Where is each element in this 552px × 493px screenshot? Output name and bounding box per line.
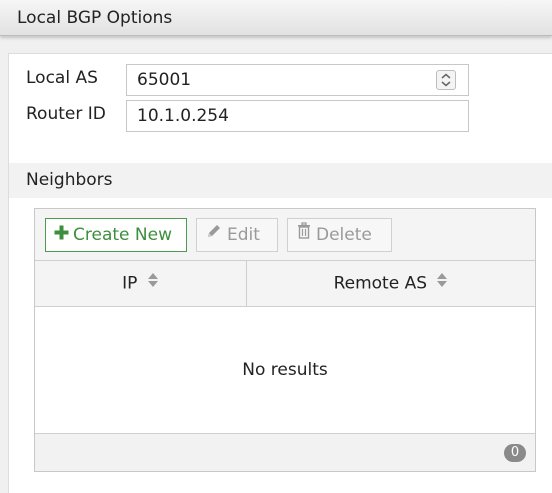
section-header: Local BGP Options: [0, 0, 552, 36]
table-header: IP Remote AS: [35, 261, 535, 307]
delete-label: Delete: [316, 225, 372, 245]
router-id-label: Router ID: [26, 104, 106, 124]
count-badge: 0: [504, 444, 526, 462]
router-id-value: 10.1.0.254: [137, 106, 229, 126]
sort-icon: [147, 261, 159, 306]
column-header-ip[interactable]: IP: [35, 261, 247, 306]
local-as-label: Local AS: [26, 68, 98, 88]
local-as-value: 65001: [137, 70, 192, 90]
create-new-button[interactable]: Create New: [45, 218, 187, 252]
router-id-input[interactable]: 10.1.0.254: [126, 100, 469, 132]
neighbors-title: Neighbors: [26, 170, 113, 190]
neighbors-header: Neighbors: [9, 163, 552, 198]
plus-icon: [54, 219, 69, 251]
pencil-icon: [205, 219, 223, 251]
neighbors-table: Create New Edit Delete IP Remote AS No r…: [34, 208, 536, 472]
section-title: Local BGP Options: [17, 8, 173, 28]
empty-message: No results: [242, 360, 328, 380]
create-new-label: Create New: [73, 225, 172, 245]
column-ip-label: IP: [122, 273, 138, 294]
sort-icon: [436, 261, 448, 306]
column-remote-as-label: Remote AS: [333, 273, 427, 294]
spinner-icon[interactable]: [436, 70, 456, 90]
local-as-input[interactable]: 65001: [126, 64, 469, 96]
table-toolbar: Create New Edit Delete: [35, 209, 535, 261]
delete-button[interactable]: Delete: [287, 218, 392, 252]
table-footer: 0: [35, 433, 535, 471]
edit-button[interactable]: Edit: [196, 218, 278, 252]
edit-label: Edit: [227, 225, 260, 245]
trash-icon: [296, 219, 312, 251]
column-header-remote-as[interactable]: Remote AS: [247, 261, 535, 306]
options-panel: Local AS 65001 Router ID 10.1.0.254 Neig…: [8, 53, 552, 493]
